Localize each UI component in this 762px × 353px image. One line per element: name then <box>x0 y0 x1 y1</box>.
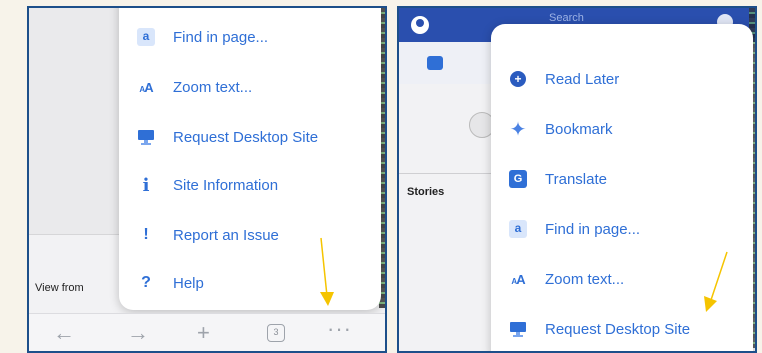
article-snippet: View from <box>35 282 84 294</box>
bottom-toolbar: ← → + 3 ··· <box>29 313 385 351</box>
menu-item-find-in-page[interactable]: a Find in page... <box>119 22 381 52</box>
menu-item-site-information[interactable]: i Site Information <box>119 170 381 200</box>
article-subtext <box>35 296 38 306</box>
menu-item-request-desktop-site[interactable]: Request Desktop Site <box>119 122 381 152</box>
search-placeholder[interactable]: Search <box>549 12 584 24</box>
menu-item-bookmark[interactable]: ✦ Bookmark <box>491 114 753 144</box>
left-screenshot: View from a Find in page... AA Zoom text… <box>27 6 387 353</box>
menu-item-help[interactable]: ? Help <box>119 268 381 298</box>
menu-item-label: Request Desktop Site <box>545 320 691 338</box>
profile-icon[interactable] <box>411 16 429 34</box>
overflow-menu: a Find in page... AA Zoom text... Reques… <box>119 8 381 310</box>
menu-item-label: Find in page... <box>173 28 269 46</box>
menu-item-read-later[interactable]: + Read Later <box>491 64 753 94</box>
zoom-text-icon: AA <box>139 79 153 95</box>
report-icon: ! <box>143 226 149 243</box>
app-tile-icon[interactable] <box>427 56 443 70</box>
stories-heading: Stories <box>407 186 445 198</box>
menu-item-label: Site Information <box>173 176 279 194</box>
desktop-site-icon <box>133 126 159 148</box>
find-in-page-icon: a <box>133 26 159 48</box>
menu-item-label: Help <box>173 274 204 292</box>
help-icon: ? <box>141 274 151 291</box>
menu-item-request-desktop-site[interactable]: Request Desktop Site <box>491 314 753 344</box>
read-later-icon: + <box>505 68 531 90</box>
menu-item-label: Bookmark <box>545 120 613 138</box>
desktop-site-icon <box>505 318 531 340</box>
bookmark-icon: ✦ <box>509 118 527 141</box>
menu-item-find-in-page[interactable]: a Find in page... <box>491 214 753 244</box>
tab-count-button[interactable]: 3 <box>267 324 285 342</box>
info-icon: i <box>142 174 150 196</box>
annotation-arrow <box>320 237 334 306</box>
new-tab-plus-icon[interactable]: + <box>197 320 210 346</box>
menu-item-label: Zoom text... <box>545 270 625 288</box>
menu-item-label: Request Desktop Site <box>173 128 319 146</box>
menu-item-translate[interactable]: G Translate <box>491 164 753 194</box>
translate-icon: G <box>505 168 531 190</box>
menu-item-label: Read Later <box>545 70 620 88</box>
annotation-arrow <box>704 251 728 312</box>
menu-item-label: Translate <box>545 170 607 188</box>
menu-item-report-issue[interactable]: ! Report an Issue <box>119 220 381 250</box>
back-arrow-icon[interactable]: ← <box>53 320 75 346</box>
right-screenshot: Search Stories + Read Later ✦ Bookmark G… <box>397 6 757 353</box>
forward-arrow-icon[interactable]: → <box>127 320 149 346</box>
menu-item-zoom-text[interactable]: AA Zoom text... <box>119 72 381 102</box>
menu-item-label: Report an Issue <box>173 226 279 244</box>
zoom-text-icon: AA <box>511 271 525 287</box>
find-in-page-icon: a <box>505 218 531 240</box>
more-menu-icon[interactable]: ··· <box>327 316 352 342</box>
menu-item-label: Zoom text... <box>173 78 253 96</box>
menu-item-label: Find in page... <box>545 220 641 238</box>
